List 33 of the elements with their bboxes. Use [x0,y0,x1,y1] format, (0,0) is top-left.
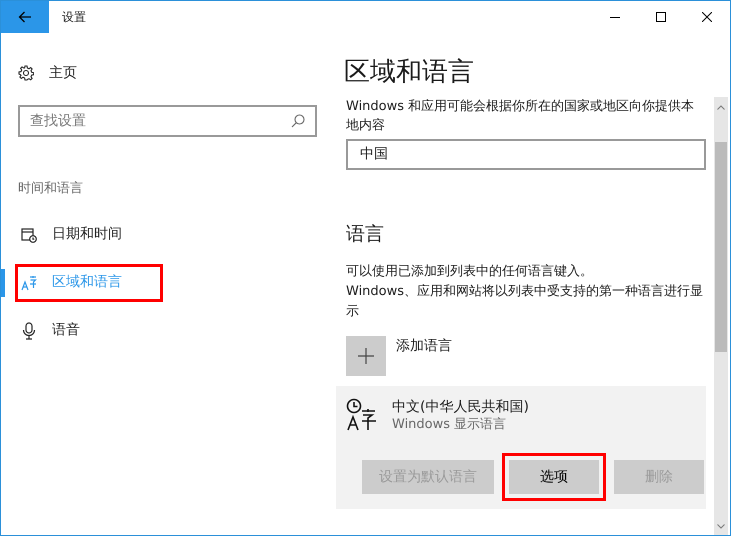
nav-item[interactable]: 日期和时间 [15,216,163,254]
scroll-up-icon [717,105,725,110]
scroll-down-icon [717,524,725,529]
add-language-button[interactable]: 添加语言 [346,336,714,376]
search-field[interactable]: 查找设置 [18,105,317,137]
language-description: 可以使用已添加到列表中的任何语言键入。 [346,263,594,281]
plus-icon [358,348,374,364]
settings-icon [18,65,34,81]
region-description: Windows 和应用可能会根据你所在的国家或地区向你提供本地内容 [346,98,696,135]
search-icon [291,114,305,128]
region-dropdown[interactable]: 中国 [346,139,706,170]
back-arrow-icon [18,11,32,23]
language-description: Windows、应用和网站将以列表中受支持的第一种语言进行显示 [346,283,704,321]
window-title: 设置 [62,9,86,26]
language-icon [21,274,37,290]
section-heading: 语言 [346,222,385,246]
close-icon [702,12,712,22]
scrollbar[interactable] [714,97,728,535]
back-button[interactable] [1,1,49,33]
clock-language-icon [346,398,378,432]
home-nav-item[interactable]: 主页 [1,53,334,93]
calendar-clock-icon [21,226,37,242]
language-name: 中文(中华人民共和国) [392,398,529,416]
section-label: 时间和语言 [18,180,84,198]
scroll-thumb[interactable] [715,142,727,352]
minimize-icon [610,16,620,18]
nav-item[interactable]: 语音 [15,312,121,350]
microphone-icon [21,322,37,340]
language-action-button[interactable]: 选项 [509,460,599,494]
language-subtitle: Windows 显示语言 [392,416,508,434]
page-title: 区域和语言 [344,56,475,89]
search-input[interactable]: 查找设置 [30,110,291,132]
maximize-icon [656,12,666,22]
